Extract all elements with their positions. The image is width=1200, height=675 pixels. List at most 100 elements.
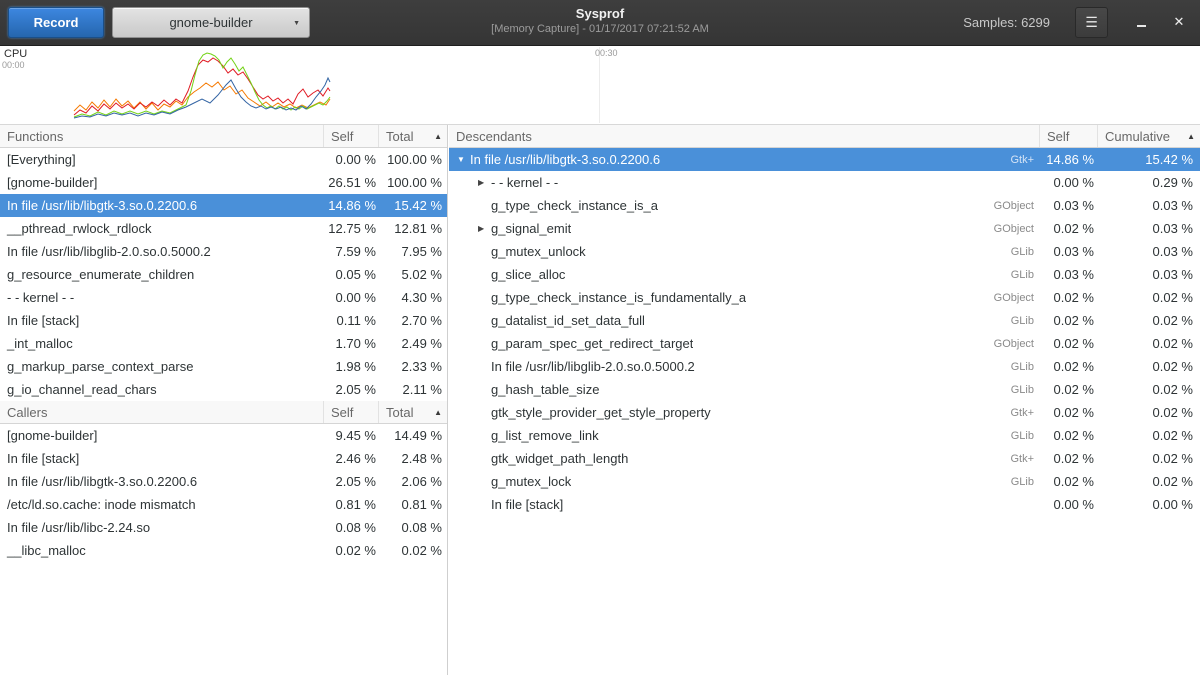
table-row[interactable]: [gnome-builder]26.51 %100.00 % <box>0 171 447 194</box>
sort-indicator-icon: ▲ <box>1187 132 1200 141</box>
library-badge: GObject <box>986 223 1040 235</box>
callers-table-body: [gnome-builder]9.45 %14.49 %In file [sta… <box>0 424 447 562</box>
library-badge: GLib <box>1003 269 1040 281</box>
library-badge: GObject <box>986 338 1040 350</box>
table-row[interactable]: In file [stack]0.11 %2.70 % <box>0 309 447 332</box>
column-header-total[interactable]: Total ▲ <box>379 401 447 423</box>
total-percent: 7.95 % <box>379 244 447 259</box>
total-percent: 2.11 % <box>379 382 447 397</box>
column-header-self[interactable]: Self <box>324 401 379 423</box>
table-row[interactable]: In file [stack]2.46 %2.48 % <box>0 447 447 470</box>
total-percent: 15.42 % <box>379 198 447 213</box>
self-percent: 0.00 % <box>324 152 379 167</box>
function-name: - - kernel - - <box>491 175 558 190</box>
column-header-cumulative-label: Cumulative <box>1105 129 1170 144</box>
tree-row[interactable]: ▶- - kernel - -0.00 %0.29 % <box>449 171 1200 194</box>
self-percent: 0.02 % <box>1040 428 1098 443</box>
menu-button[interactable]: ☰ <box>1075 7 1108 38</box>
tree-row[interactable]: g_list_remove_linkGLib0.02 %0.02 % <box>449 424 1200 447</box>
library-badge: GObject <box>986 292 1040 304</box>
table-row[interactable]: In file /usr/lib/libgtk-3.so.0.2200.62.0… <box>0 470 447 493</box>
table-row[interactable]: g_io_channel_read_chars2.05 %2.11 % <box>0 378 447 401</box>
column-header-callers[interactable]: Callers <box>0 401 324 423</box>
tree-row[interactable]: In file /usr/lib/libglib-2.0.so.0.5000.2… <box>449 355 1200 378</box>
tree-row[interactable]: g_type_check_instance_is_aGObject0.03 %0… <box>449 194 1200 217</box>
function-name: In file [stack] <box>0 451 324 466</box>
descendant-name-cell: In file [stack] <box>449 497 1040 512</box>
self-percent: 1.70 % <box>324 336 379 351</box>
function-name: In file [stack] <box>0 313 324 328</box>
record-button[interactable]: Record <box>8 7 104 38</box>
table-row[interactable]: [gnome-builder]9.45 %14.49 % <box>0 424 447 447</box>
function-name: g_type_check_instance_is_fundamentally_a <box>491 290 746 305</box>
function-name: g_datalist_id_set_data_full <box>491 313 645 328</box>
functions-table-body: [Everything]0.00 %100.00 %[gnome-builder… <box>0 148 447 401</box>
tree-row[interactable]: g_mutex_unlockGLib0.03 %0.03 % <box>449 240 1200 263</box>
column-header-descendants[interactable]: Descendants <box>449 125 1040 147</box>
tree-row[interactable]: g_slice_allocGLib0.03 %0.03 % <box>449 263 1200 286</box>
process-selector-dropdown[interactable]: gnome-builder ▼ <box>112 7 310 38</box>
self-percent: 0.00 % <box>1040 497 1098 512</box>
expander-open-icon[interactable]: ▼ <box>457 155 470 164</box>
cumulative-percent: 0.03 % <box>1098 221 1200 236</box>
function-name: _int_malloc <box>0 336 324 351</box>
close-icon: ✕ <box>1174 14 1185 30</box>
library-badge: Gtk+ <box>1002 453 1040 465</box>
expander-closed-icon[interactable]: ▶ <box>478 224 491 233</box>
total-percent: 5.02 % <box>379 267 447 282</box>
function-name: /etc/ld.so.cache: inode mismatch <box>0 497 324 512</box>
total-percent: 2.49 % <box>379 336 447 351</box>
self-percent: 0.11 % <box>324 313 379 328</box>
descendant-name-cell: ▶g_signal_emit GObject <box>449 221 1040 236</box>
table-row[interactable]: g_markup_parse_context_parse1.98 %2.33 % <box>0 355 447 378</box>
functions-table-header: Functions Self Total ▲ <box>0 125 447 148</box>
table-row[interactable]: In file /usr/lib/libgtk-3.so.0.2200.614.… <box>0 194 447 217</box>
self-percent: 0.02 % <box>1040 359 1098 374</box>
function-name: g_mutex_lock <box>491 474 571 489</box>
self-percent: 0.03 % <box>1040 198 1098 213</box>
tree-row[interactable]: g_mutex_lockGLib0.02 %0.02 % <box>449 470 1200 493</box>
cumulative-percent: 0.03 % <box>1098 244 1200 259</box>
self-percent: 0.02 % <box>1040 451 1098 466</box>
total-percent: 2.33 % <box>379 359 447 374</box>
tree-row[interactable]: gtk_widget_path_lengthGtk+0.02 %0.02 % <box>449 447 1200 470</box>
table-row[interactable]: In file /usr/lib/libglib-2.0.so.0.5000.2… <box>0 240 447 263</box>
table-row[interactable]: g_resource_enumerate_children0.05 %5.02 … <box>0 263 447 286</box>
tree-row[interactable]: g_type_check_instance_is_fundamentally_a… <box>449 286 1200 309</box>
table-row[interactable]: - - kernel - -0.00 %4.30 % <box>0 286 447 309</box>
tree-row[interactable]: g_param_spec_get_redirect_targetGObject0… <box>449 332 1200 355</box>
total-percent: 0.81 % <box>379 497 447 512</box>
table-row[interactable]: In file /usr/lib/libc-2.24.so0.08 %0.08 … <box>0 516 447 539</box>
table-row[interactable]: __libc_malloc0.02 %0.02 % <box>0 539 447 562</box>
function-name: g_signal_emit <box>491 221 571 236</box>
descendant-name-cell: g_hash_table_sizeGLib <box>449 382 1040 397</box>
tree-row[interactable]: ▼In file /usr/lib/libgtk-3.so.0.2200.6Gt… <box>449 148 1200 171</box>
tree-row[interactable]: ▶g_signal_emitGObject0.02 %0.03 % <box>449 217 1200 240</box>
tree-row[interactable]: In file [stack]0.00 %0.00 % <box>449 493 1200 516</box>
close-button[interactable]: ✕ <box>1166 8 1192 36</box>
table-row[interactable]: __pthread_rwlock_rdlock12.75 %12.81 % <box>0 217 447 240</box>
column-header-cumulative[interactable]: Cumulative ▲ <box>1098 125 1200 147</box>
minimize-button[interactable] <box>1128 8 1154 36</box>
cumulative-percent: 0.02 % <box>1098 359 1200 374</box>
column-header-functions[interactable]: Functions <box>0 125 324 147</box>
tree-row[interactable]: gtk_style_provider_get_style_propertyGtk… <box>449 401 1200 424</box>
function-name: In file /usr/lib/libgtk-3.so.0.2200.6 <box>0 198 324 213</box>
table-row[interactable]: [Everything]0.00 %100.00 % <box>0 148 447 171</box>
function-name: g_type_check_instance_is_a <box>491 198 658 213</box>
cpu-timeline[interactable]: CPU 00:00 00:30 <box>0 47 1200 125</box>
column-header-self[interactable]: Self <box>1040 125 1098 147</box>
function-name: g_io_channel_read_chars <box>0 382 324 397</box>
tree-row[interactable]: g_hash_table_sizeGLib0.02 %0.02 % <box>449 378 1200 401</box>
total-percent: 4.30 % <box>379 290 447 305</box>
table-row[interactable]: /etc/ld.so.cache: inode mismatch0.81 %0.… <box>0 493 447 516</box>
table-row[interactable]: _int_malloc1.70 %2.49 % <box>0 332 447 355</box>
tree-row[interactable]: g_datalist_id_set_data_fullGLib0.02 %0.0… <box>449 309 1200 332</box>
function-name: g_list_remove_link <box>491 428 599 443</box>
expander-closed-icon[interactable]: ▶ <box>478 178 491 187</box>
column-header-self[interactable]: Self <box>324 125 379 147</box>
samples-count: Samples: 6299 <box>963 15 1050 30</box>
total-percent: 0.02 % <box>379 543 447 558</box>
column-header-total[interactable]: Total ▲ <box>379 125 447 147</box>
minimize-icon <box>1137 25 1146 27</box>
